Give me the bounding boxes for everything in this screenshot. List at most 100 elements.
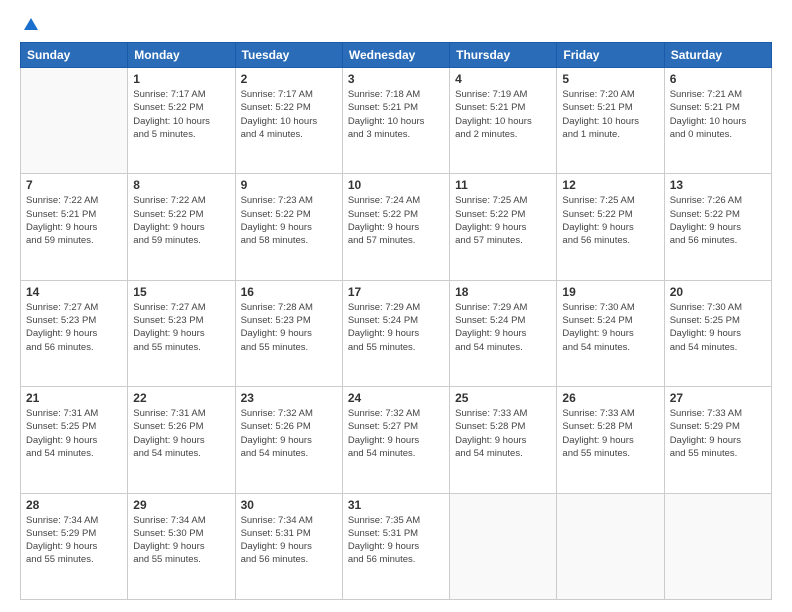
- day-number: 6: [670, 72, 766, 86]
- calendar-cell: 20Sunrise: 7:30 AM Sunset: 5:25 PM Dayli…: [664, 280, 771, 386]
- calendar-cell: [21, 68, 128, 174]
- day-number: 29: [133, 498, 229, 512]
- day-number: 9: [241, 178, 337, 192]
- calendar-cell: [664, 493, 771, 599]
- day-number: 14: [26, 285, 122, 299]
- day-number: 3: [348, 72, 444, 86]
- day-info: Sunrise: 7:32 AM Sunset: 5:27 PM Dayligh…: [348, 407, 444, 460]
- day-info: Sunrise: 7:22 AM Sunset: 5:21 PM Dayligh…: [26, 194, 122, 247]
- calendar-cell: 23 Sunrise: 7:32 AM Sunset: 5:26 PM Dayli…: [235, 387, 342, 493]
- calendar-cell: [450, 493, 557, 599]
- day-info: Sunrise: 7:22 AM Sunset: 5:22 PM Dayligh…: [133, 194, 229, 247]
- weekday-header-sunday: Sunday: [21, 43, 128, 68]
- day-number: 24: [348, 391, 444, 405]
- day-info: Sunrise: 7:21 AM Sunset: 5:21 PM Dayligh…: [670, 88, 766, 141]
- day-number: 12: [562, 178, 658, 192]
- day-number: 28: [26, 498, 122, 512]
- calendar-cell: 16 Sunrise: 7:28 AM Sunset: 5:23 PM Dayli…: [235, 280, 342, 386]
- day-info: Sunrise: 7:18 AM Sunset: 5:21 PM Dayligh…: [348, 88, 444, 141]
- logo-icon: [22, 16, 40, 34]
- day-number: 23: [241, 391, 337, 405]
- logo: [20, 16, 40, 34]
- day-number: 2: [241, 72, 337, 86]
- calendar-cell: 13Sunrise: 7:26 AM Sunset: 5:22 PM Dayli…: [664, 174, 771, 280]
- day-number: 19: [562, 285, 658, 299]
- calendar-cell: 31 Sunrise: 7:35 AM Sunset: 5:31 PM Dayli…: [342, 493, 449, 599]
- day-number: 18: [455, 285, 551, 299]
- calendar-cell: 8 Sunrise: 7:22 AM Sunset: 5:22 PM Daylig…: [128, 174, 235, 280]
- calendar-body: 1 Sunrise: 7:17 AM Sunset: 5:22 PM Daylig…: [21, 68, 772, 600]
- day-info: Sunrise: 7:23 AM Sunset: 5:22 PM Dayligh…: [241, 194, 337, 247]
- day-info: Sunrise: 7:30 AM Sunset: 5:25 PM Dayligh…: [670, 301, 766, 354]
- day-number: 21: [26, 391, 122, 405]
- calendar-cell: 11 Sunrise: 7:25 AM Sunset: 5:22 PM Dayli…: [450, 174, 557, 280]
- calendar-cell: 25 Sunrise: 7:33 AM Sunset: 5:28 PM Dayli…: [450, 387, 557, 493]
- day-number: 5: [562, 72, 658, 86]
- calendar-cell: 28 Sunrise: 7:34 AM Sunset: 5:29 PM Dayli…: [21, 493, 128, 599]
- day-number: 15: [133, 285, 229, 299]
- calendar-cell: 4Sunrise: 7:19 AM Sunset: 5:21 PM Daylig…: [450, 68, 557, 174]
- calendar-cell: 10Sunrise: 7:24 AM Sunset: 5:22 PM Dayli…: [342, 174, 449, 280]
- day-info: Sunrise: 7:30 AM Sunset: 5:24 PM Dayligh…: [562, 301, 658, 354]
- day-number: 25: [455, 391, 551, 405]
- day-number: 26: [562, 391, 658, 405]
- calendar-cell: 15 Sunrise: 7:27 AM Sunset: 5:23 PM Dayli…: [128, 280, 235, 386]
- day-number: 1: [133, 72, 229, 86]
- calendar-cell: 21Sunrise: 7:31 AM Sunset: 5:25 PM Dayli…: [21, 387, 128, 493]
- day-info: Sunrise: 7:29 AM Sunset: 5:24 PM Dayligh…: [455, 301, 551, 354]
- calendar-cell: 1 Sunrise: 7:17 AM Sunset: 5:22 PM Daylig…: [128, 68, 235, 174]
- weekday-header-saturday: Saturday: [664, 43, 771, 68]
- day-info: Sunrise: 7:27 AM Sunset: 5:23 PM Dayligh…: [133, 301, 229, 354]
- calendar-cell: 9 Sunrise: 7:23 AM Sunset: 5:22 PM Daylig…: [235, 174, 342, 280]
- day-number: 27: [670, 391, 766, 405]
- day-info: Sunrise: 7:27 AM Sunset: 5:23 PM Dayligh…: [26, 301, 122, 354]
- day-info: Sunrise: 7:34 AM Sunset: 5:29 PM Dayligh…: [26, 514, 122, 567]
- day-info: Sunrise: 7:31 AM Sunset: 5:26 PM Dayligh…: [133, 407, 229, 460]
- calendar-table: SundayMondayTuesdayWednesdayThursdayFrid…: [20, 42, 772, 600]
- calendar-cell: 29Sunrise: 7:34 AM Sunset: 5:30 PM Dayli…: [128, 493, 235, 599]
- day-info: Sunrise: 7:25 AM Sunset: 5:22 PM Dayligh…: [455, 194, 551, 247]
- calendar-week-1: 1 Sunrise: 7:17 AM Sunset: 5:22 PM Daylig…: [21, 68, 772, 174]
- day-info: Sunrise: 7:34 AM Sunset: 5:31 PM Dayligh…: [241, 514, 337, 567]
- calendar-cell: [557, 493, 664, 599]
- weekday-header-thursday: Thursday: [450, 43, 557, 68]
- calendar-cell: 18 Sunrise: 7:29 AM Sunset: 5:24 PM Dayli…: [450, 280, 557, 386]
- day-info: Sunrise: 7:33 AM Sunset: 5:28 PM Dayligh…: [455, 407, 551, 460]
- calendar-week-2: 7 Sunrise: 7:22 AM Sunset: 5:21 PM Daylig…: [21, 174, 772, 280]
- day-number: 30: [241, 498, 337, 512]
- calendar-cell: 26Sunrise: 7:33 AM Sunset: 5:28 PM Dayli…: [557, 387, 664, 493]
- calendar-cell: 27 Sunrise: 7:33 AM Sunset: 5:29 PM Dayli…: [664, 387, 771, 493]
- day-number: 13: [670, 178, 766, 192]
- calendar-cell: 3 Sunrise: 7:18 AM Sunset: 5:21 PM Daylig…: [342, 68, 449, 174]
- day-number: 22: [133, 391, 229, 405]
- day-info: Sunrise: 7:20 AM Sunset: 5:21 PM Dayligh…: [562, 88, 658, 141]
- day-info: Sunrise: 7:33 AM Sunset: 5:29 PM Dayligh…: [670, 407, 766, 460]
- day-info: Sunrise: 7:24 AM Sunset: 5:22 PM Dayligh…: [348, 194, 444, 247]
- day-number: 8: [133, 178, 229, 192]
- day-number: 4: [455, 72, 551, 86]
- calendar-cell: 24 Sunrise: 7:32 AM Sunset: 5:27 PM Dayli…: [342, 387, 449, 493]
- calendar-header-row: SundayMondayTuesdayWednesdayThursdayFrid…: [21, 43, 772, 68]
- calendar-cell: 14 Sunrise: 7:27 AM Sunset: 5:23 PM Dayli…: [21, 280, 128, 386]
- calendar-cell: 5 Sunrise: 7:20 AM Sunset: 5:21 PM Daylig…: [557, 68, 664, 174]
- day-info: Sunrise: 7:25 AM Sunset: 5:22 PM Dayligh…: [562, 194, 658, 247]
- calendar-week-4: 21Sunrise: 7:31 AM Sunset: 5:25 PM Dayli…: [21, 387, 772, 493]
- day-number: 31: [348, 498, 444, 512]
- day-number: 11: [455, 178, 551, 192]
- day-info: Sunrise: 7:17 AM Sunset: 5:22 PM Dayligh…: [133, 88, 229, 141]
- day-number: 16: [241, 285, 337, 299]
- page: SundayMondayTuesdayWednesdayThursdayFrid…: [0, 0, 792, 612]
- calendar-cell: 12 Sunrise: 7:25 AM Sunset: 5:22 PM Dayli…: [557, 174, 664, 280]
- day-info: Sunrise: 7:29 AM Sunset: 5:24 PM Dayligh…: [348, 301, 444, 354]
- day-info: Sunrise: 7:35 AM Sunset: 5:31 PM Dayligh…: [348, 514, 444, 567]
- day-info: Sunrise: 7:28 AM Sunset: 5:23 PM Dayligh…: [241, 301, 337, 354]
- calendar-cell: 6 Sunrise: 7:21 AM Sunset: 5:21 PM Daylig…: [664, 68, 771, 174]
- day-number: 7: [26, 178, 122, 192]
- header: [20, 16, 772, 34]
- day-info: Sunrise: 7:32 AM Sunset: 5:26 PM Dayligh…: [241, 407, 337, 460]
- calendar-cell: 2Sunrise: 7:17 AM Sunset: 5:22 PM Daylig…: [235, 68, 342, 174]
- calendar-week-5: 28 Sunrise: 7:34 AM Sunset: 5:29 PM Dayli…: [21, 493, 772, 599]
- calendar-week-3: 14 Sunrise: 7:27 AM Sunset: 5:23 PM Dayli…: [21, 280, 772, 386]
- weekday-header-monday: Monday: [128, 43, 235, 68]
- calendar-cell: 30 Sunrise: 7:34 AM Sunset: 5:31 PM Dayli…: [235, 493, 342, 599]
